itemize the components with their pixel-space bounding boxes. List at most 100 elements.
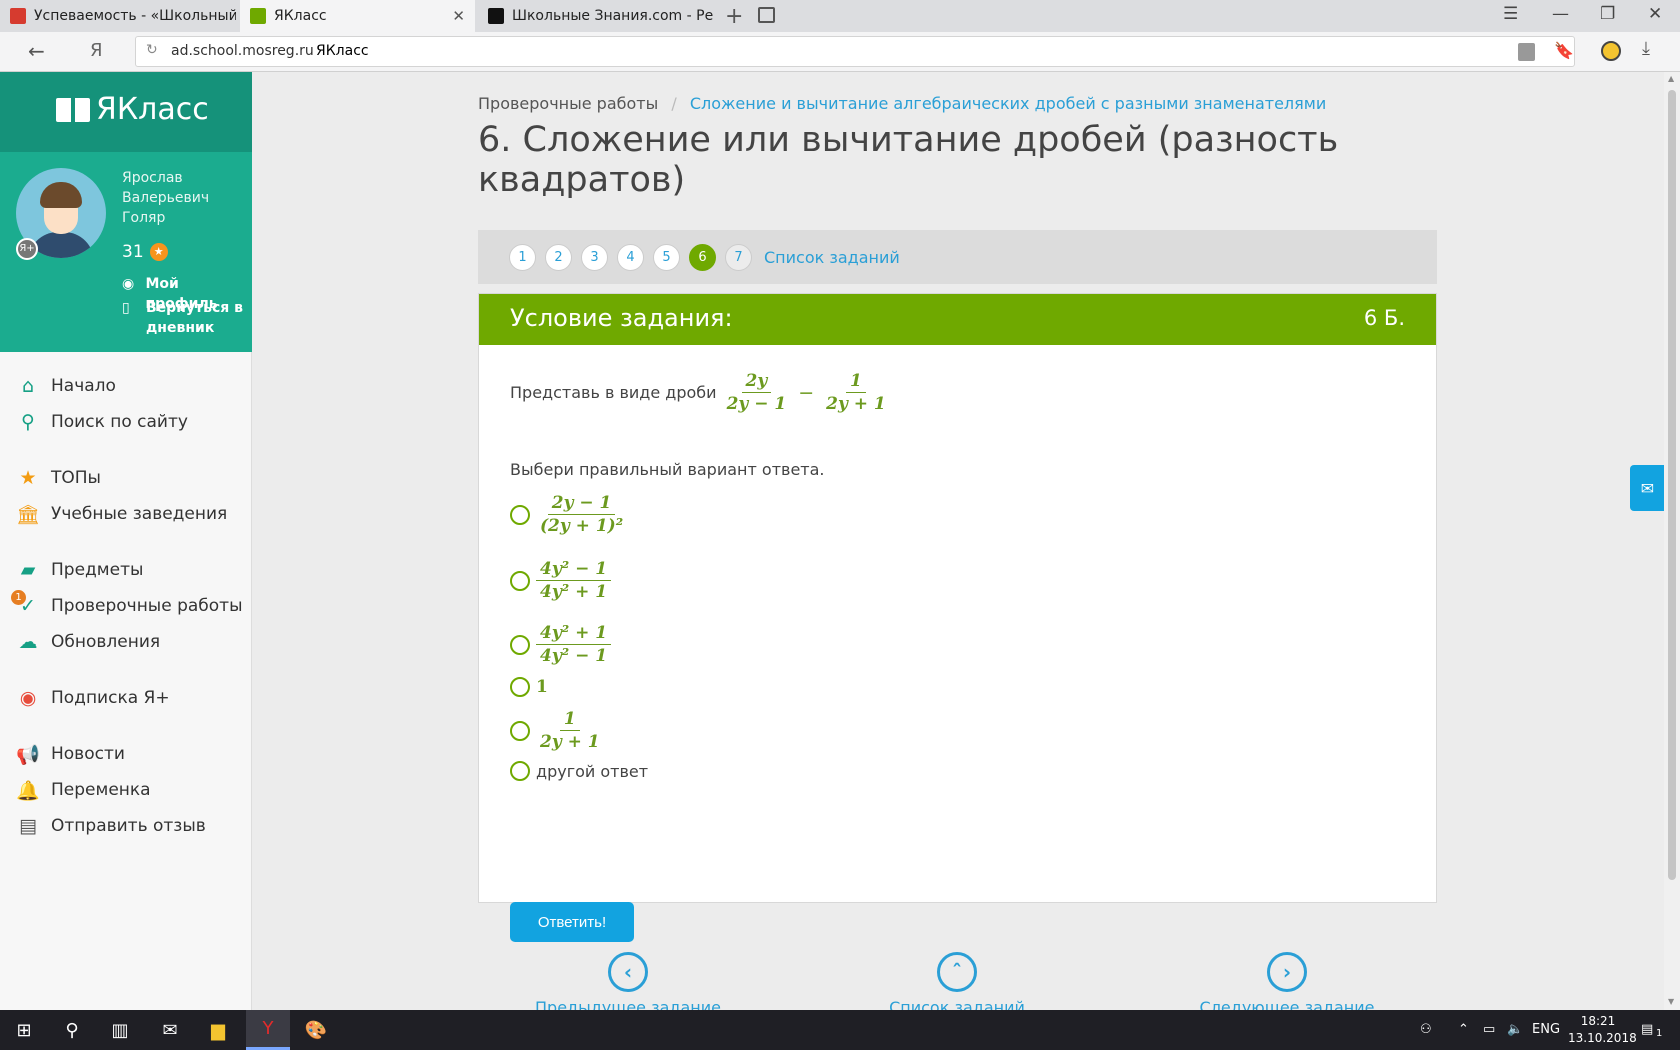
radio-button[interactable] [510, 677, 530, 697]
radio-button[interactable] [510, 761, 530, 781]
browser-tab-active[interactable]: ЯКласс ✕ [240, 0, 475, 32]
url-field[interactable]: ↻ ad.school.mosreg.ru ЯКласс 🔖 [135, 36, 1575, 67]
scroll-down-icon[interactable]: ▼ [1668, 997, 1674, 1006]
browser-tab[interactable]: Успеваемость - «Школьный по [0, 0, 236, 32]
submit-answer-button[interactable]: Ответить! [510, 902, 634, 942]
notification-center-icon[interactable]: ▤ [1641, 1022, 1653, 1037]
fraction-denominator: 2y + 1 [540, 732, 600, 752]
step-7[interactable]: 7 [725, 243, 752, 271]
page-scrollbar[interactable]: ▲ ▼ [1664, 72, 1680, 1010]
network-icon[interactable]: ▭ [1483, 1022, 1495, 1037]
radio-button[interactable] [510, 720, 530, 741]
chevron-up-icon[interactable]: ˆ [937, 952, 977, 992]
people-icon[interactable]: ⚇ [1420, 1022, 1432, 1037]
nav-item-updates[interactable]: ☁ Обновления [0, 624, 252, 660]
step-3[interactable]: 3 [581, 243, 608, 271]
fraction-numerator: 4y² − 1 [536, 558, 612, 581]
nav-item-news[interactable]: 📢 Новости [0, 736, 252, 772]
prev-task-label[interactable]: Предыдущее задание [535, 998, 721, 1010]
breadcrumb-root[interactable]: Проверочные работы [478, 94, 658, 113]
answer-option-4[interactable]: 1 [510, 677, 548, 697]
next-task-nav[interactable]: › Следующее задание [1187, 952, 1387, 1010]
radio-button[interactable] [510, 634, 530, 655]
nav-item-search[interactable]: ⚲ Поиск по сайту [0, 404, 252, 440]
input-language[interactable]: ENG [1532, 1022, 1560, 1037]
chevron-right-icon[interactable]: › [1267, 952, 1307, 992]
back-arrow-icon[interactable]: ← [28, 39, 45, 63]
menu-icon[interactable]: ☰ [1503, 4, 1518, 24]
back-to-diary-link[interactable]: ▯ Вернуться в дневник [122, 298, 246, 338]
system-clock[interactable]: 18:21 13.10.2018 [1568, 1013, 1637, 1047]
option-value: другой ответ [536, 761, 649, 781]
books-icon: ▰ [20, 559, 36, 581]
fraction-denominator: (2y + 1)² [540, 516, 624, 536]
answer-option-1[interactable]: 2y − 1 (2y + 1)² [510, 492, 627, 537]
nav-label: Обновления [51, 632, 161, 652]
answer-option-6[interactable]: другой ответ [510, 761, 648, 781]
fraction-denominator: 4y² − 1 [540, 646, 608, 666]
step-2[interactable]: 2 [545, 243, 572, 271]
paint-icon[interactable]: 🎨 [294, 1010, 338, 1050]
search-icon[interactable]: ⚲ [50, 1010, 94, 1050]
expression-fraction-1: 2y 2y − 1 [723, 370, 791, 415]
answer-option-2[interactable]: 4y² − 1 4y² + 1 [510, 558, 612, 603]
nav-group-subscription: ◉ Подписка Я+ [0, 680, 252, 716]
expression-operator: − [798, 381, 815, 404]
step-6-active[interactable]: 6 [689, 243, 716, 271]
scrollbar-thumb[interactable] [1668, 90, 1676, 880]
minimize-icon[interactable]: — [1552, 4, 1569, 24]
next-task-label[interactable]: Следующее задание [1200, 998, 1375, 1010]
nav-label: Подписка Я+ [51, 688, 170, 708]
mail-icon[interactable]: ✉ [148, 1010, 192, 1050]
mail-feedback-icon[interactable]: ✉ [1630, 465, 1665, 511]
file-explorer-icon[interactable]: ▆ [196, 1010, 240, 1050]
profile-panel: Я+ Ярослав Валерьевич Голяр 31 ★ ◉ Мой п… [0, 152, 252, 352]
nav-item-tests[interactable]: 1 ✓ Проверочные работы [0, 588, 252, 624]
tray-chevron-up-icon[interactable]: ⌃ [1458, 1022, 1469, 1037]
task-view-icon[interactable]: ▥ [98, 1010, 142, 1050]
task-list-label[interactable]: Список заданий [889, 998, 1025, 1010]
prev-task-nav[interactable]: ‹ Предыдущее задание [528, 952, 728, 1010]
volume-icon[interactable]: 🔈 [1507, 1022, 1523, 1037]
breadcrumb-current[interactable]: Сложение и вычитание алгебраических дроб… [690, 94, 1326, 113]
step-1[interactable]: 1 [509, 243, 536, 271]
nav-item-feedback[interactable]: ▤ Отправить отзыв [0, 808, 252, 844]
yaplus-badge-icon: Я+ [16, 238, 38, 260]
task-list-link[interactable]: Список заданий [764, 248, 900, 267]
radio-button[interactable] [510, 504, 530, 525]
step-4[interactable]: 4 [617, 243, 644, 271]
nav-label: Начало [51, 376, 116, 396]
close-tab-icon[interactable]: ✕ [452, 7, 465, 25]
scroll-up-icon[interactable]: ▲ [1668, 74, 1674, 83]
answer-option-3[interactable]: 4y² + 1 4y² − 1 [510, 622, 612, 667]
nav-group-main: ⌂ Начало ⚲ Поиск по сайту [0, 368, 252, 440]
windows-start-icon[interactable]: ⊞ [2, 1010, 46, 1050]
step-5[interactable]: 5 [653, 243, 680, 271]
reload-icon[interactable]: ↻ [146, 42, 158, 58]
site-logo[interactable]: ЯКласс [56, 92, 209, 127]
nav-item-yaplus[interactable]: ◉ Подписка Я+ [0, 680, 252, 716]
browser-tab[interactable]: Школьные Знания.com - Реша [478, 0, 714, 32]
chevron-left-icon[interactable]: ‹ [608, 952, 648, 992]
yandex-browser-icon[interactable]: Y [246, 1010, 290, 1050]
tabs-overview-icon[interactable] [758, 7, 775, 23]
new-tab-icon[interactable]: + [725, 4, 743, 29]
restore-icon[interactable]: ❐ [1600, 4, 1615, 24]
bookmark-icon[interactable]: 🔖 [1554, 41, 1574, 60]
lock-icon[interactable] [1518, 43, 1535, 61]
nav-item-break[interactable]: 🔔 Переменка [0, 772, 252, 808]
avatar-hair [40, 182, 82, 208]
yandex-icon[interactable]: Я [90, 40, 103, 61]
task-list-nav[interactable]: ˆ Список заданий [857, 952, 1057, 1010]
nav-item-home[interactable]: ⌂ Начало [0, 368, 252, 404]
download-icon[interactable]: ⤓ [1642, 38, 1650, 59]
nav-item-subjects[interactable]: ▰ Предметы [0, 552, 252, 588]
extension-icon[interactable] [1601, 41, 1621, 61]
fraction-denominator: 2y − 1 [726, 394, 787, 414]
nav-item-schools[interactable]: 🏛 Учебные заведения [0, 496, 252, 532]
nav-item-tops[interactable]: ★ ТОПы [0, 460, 252, 496]
radio-button[interactable] [510, 570, 530, 591]
close-window-icon[interactable]: ✕ [1648, 4, 1662, 24]
answer-option-5[interactable]: 1 2y + 1 [510, 708, 604, 753]
user-name: Ярослав Валерьевич Голяр [122, 170, 210, 226]
